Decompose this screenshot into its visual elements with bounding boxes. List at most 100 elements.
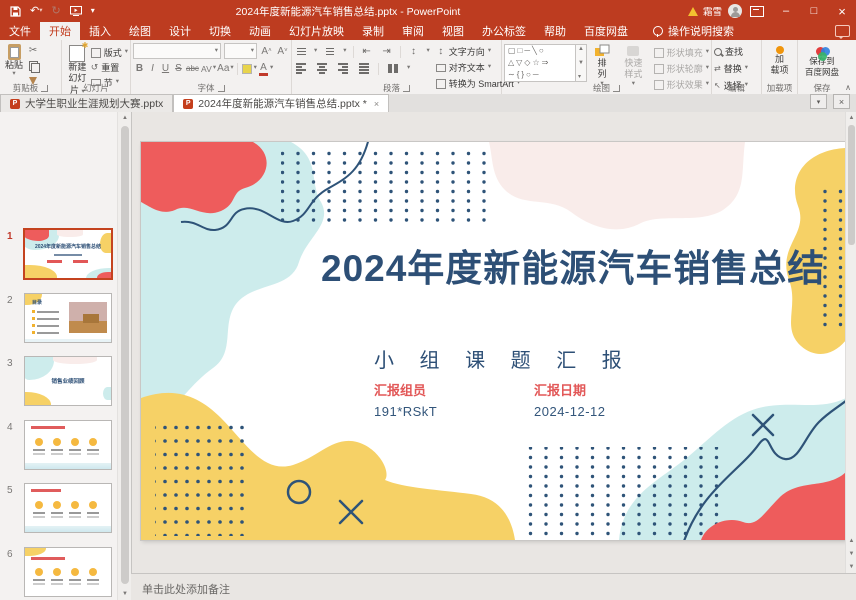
columns-icon[interactable] [386, 62, 400, 75]
copy-icon[interactable] [26, 59, 40, 72]
align-right-icon[interactable] [336, 62, 350, 75]
tab-insert[interactable]: 插入 [80, 22, 120, 40]
save-icon[interactable] [10, 6, 21, 17]
tab-review[interactable]: 审阅 [393, 22, 433, 40]
previous-slide-button[interactable]: ▲ [846, 535, 856, 547]
shapes-gallery[interactable]: ▢□─╲○ △▽◇☆⇒ ∼{}○─ [504, 44, 576, 82]
notes-pane[interactable]: 单击此处添加备注 [131, 573, 856, 600]
highlight-color-button[interactable] [241, 62, 254, 75]
scrollbar-thumb[interactable] [848, 125, 855, 245]
start-slideshow-button[interactable] [70, 6, 82, 16]
slide-thumbnail-3[interactable]: 销售业绩回顾 [24, 356, 112, 406]
tab-draw[interactable]: 绘图 [120, 22, 160, 40]
tell-me-search[interactable]: 操作说明搜索 [643, 22, 744, 40]
slide-thumbnail-6[interactable] [24, 547, 112, 597]
account-avatar[interactable] [728, 4, 742, 18]
scrollbar-thumb[interactable] [121, 126, 129, 584]
tab-home[interactable]: 开始 [40, 22, 80, 40]
scroll-down-icon[interactable]: ▼ [118, 588, 132, 600]
tab-record[interactable]: 录制 [353, 22, 393, 40]
change-case-button[interactable]: Aa [216, 62, 230, 75]
close-all-tabs-button[interactable]: × [833, 94, 850, 109]
font-size-combobox[interactable]: ▾ [224, 43, 257, 59]
shape-fill-button[interactable]: 形状填充▾ [654, 46, 709, 59]
maximize-button[interactable]: □ [800, 0, 828, 22]
drawing-dialog-launcher[interactable] [613, 85, 620, 92]
tab-officetab[interactable]: 办公标签 [473, 22, 535, 40]
align-left-icon[interactable] [294, 62, 308, 75]
increase-font-size-button[interactable]: A˄ [260, 45, 273, 58]
ribbon-display-options-button[interactable] [742, 0, 772, 22]
text-shadow-button[interactable]: abc [185, 62, 200, 75]
next-slide-button[interactable]: ▼ [846, 548, 856, 560]
tab-slideshow[interactable]: 幻灯片放映 [280, 22, 353, 40]
gallery-down-icon: ▼ [578, 60, 584, 66]
redo-button[interactable]: ↻ [51, 6, 60, 17]
reset-button[interactable]: ↺重置 [91, 61, 128, 74]
slide-thumbnail-4[interactable] [24, 420, 112, 470]
font-name-combobox[interactable]: ▾ [133, 43, 221, 59]
addins-button[interactable]: 加 载项 [764, 43, 795, 78]
save-to-baidu-button[interactable]: 保存到 百度网盘 [800, 43, 844, 78]
account-name[interactable]: 霜雪 [703, 4, 722, 18]
slide-member-textbox[interactable]: 汇报组员 191*RSkT [374, 380, 437, 419]
shape-outline-button[interactable]: 形状轮廓▾ [654, 62, 709, 75]
comment-icon[interactable] [835, 25, 850, 37]
dot-grid-bottom-right [518, 447, 729, 537]
collapse-ribbon-button[interactable]: ∧ [845, 83, 851, 92]
decrease-indent-icon[interactable]: ⇤ [360, 45, 374, 58]
slide-thumbnail-1[interactable]: 2024年度新能源汽车销售总结 [23, 228, 113, 280]
tab-view[interactable]: 视图 [433, 22, 473, 40]
close-button[interactable]: × [828, 0, 856, 22]
close-document-icon[interactable]: × [374, 99, 379, 109]
decrease-font-size-button[interactable]: A˅ [276, 45, 289, 58]
shapes-gallery-scroll[interactable]: ▲ ▼ ▾ [576, 44, 587, 82]
scroll-up-icon[interactable]: ▲ [846, 112, 856, 124]
tab-list-dropdown-button[interactable]: ▾ [810, 94, 827, 109]
slide-number: 1 [7, 231, 13, 242]
tab-help[interactable]: 帮助 [535, 22, 575, 40]
scroll-up-icon[interactable]: ▲ [118, 112, 132, 124]
slide-title-textbox[interactable]: 2024年度新能源汽车销售总结 [321, 238, 825, 292]
increase-indent-icon[interactable]: ⇥ [380, 45, 394, 58]
font-dialog-launcher[interactable] [218, 85, 225, 92]
slide-thumbnail-5[interactable] [24, 483, 112, 533]
character-spacing-button[interactable]: AV [200, 62, 213, 75]
tab-file[interactable]: 文件 [0, 22, 40, 40]
slide-thumbnail-2[interactable]: 目录 [24, 293, 112, 343]
numbering-icon[interactable] [323, 45, 337, 58]
italic-button[interactable]: I [146, 62, 159, 75]
align-center-icon[interactable] [315, 62, 329, 75]
underline-button[interactable]: U [159, 62, 172, 75]
clipboard-dialog-launcher[interactable] [41, 85, 48, 92]
tab-design[interactable]: 设计 [160, 22, 200, 40]
title-bar: ↶▾ ↻ ▾ 2024年度新能源汽车销售总结.pptx - PowerPoint… [0, 0, 856, 22]
slide-subtitle-textbox[interactable]: 小 组 课 题 汇 报 [374, 344, 632, 373]
paste-button[interactable]: 粘贴 ▾ [2, 43, 26, 79]
paragraph-dialog-launcher[interactable] [403, 85, 410, 92]
bullets-icon[interactable] [294, 45, 308, 58]
customize-qat-button[interactable]: ▾ [91, 7, 95, 15]
scroll-down-icon[interactable]: ▼ [846, 561, 856, 573]
slide-date-textbox[interactable]: 汇报日期 2024-12-12 [534, 380, 606, 419]
slide-canvas[interactable]: 2024年度新能源汽车销售总结 小 组 课 题 汇 报 汇报组员 191*RSk… [141, 142, 845, 540]
slide-thumbnail-panel: 1 2024年度新能源汽车销售总结 2 目录 [0, 112, 117, 600]
slide-editing-area[interactable]: 2024年度新能源汽车销售总结 小 组 课 题 汇 报 汇报组员 191*RSk… [131, 112, 845, 573]
tab-animations[interactable]: 动画 [240, 22, 280, 40]
justify-icon[interactable] [357, 62, 371, 75]
replace-button[interactable]: ⇄替换▾ [714, 62, 759, 75]
layout-button[interactable]: 版式▾ [91, 46, 128, 59]
line-spacing-icon[interactable]: ↕ [407, 45, 421, 58]
warning-icon[interactable] [688, 7, 698, 16]
strikethrough-button[interactable]: S [172, 62, 185, 75]
bold-button[interactable]: B [133, 62, 146, 75]
tab-baidu-netdisk[interactable]: 百度网盘 [575, 22, 637, 40]
cut-icon[interactable]: ✂ [26, 44, 40, 57]
document-tab-active[interactable]: P 2024年度新能源汽车销售总结.pptx * × [173, 94, 389, 112]
tab-transitions[interactable]: 切换 [200, 22, 240, 40]
minimize-button[interactable]: – [772, 0, 800, 22]
font-color-button[interactable]: A [257, 62, 270, 75]
undo-button[interactable]: ↶▾ [30, 6, 42, 17]
find-button[interactable]: 查找 [714, 45, 759, 58]
document-tab-inactive[interactable]: P 大学生职业生涯规划大赛.pptx [0, 94, 173, 112]
